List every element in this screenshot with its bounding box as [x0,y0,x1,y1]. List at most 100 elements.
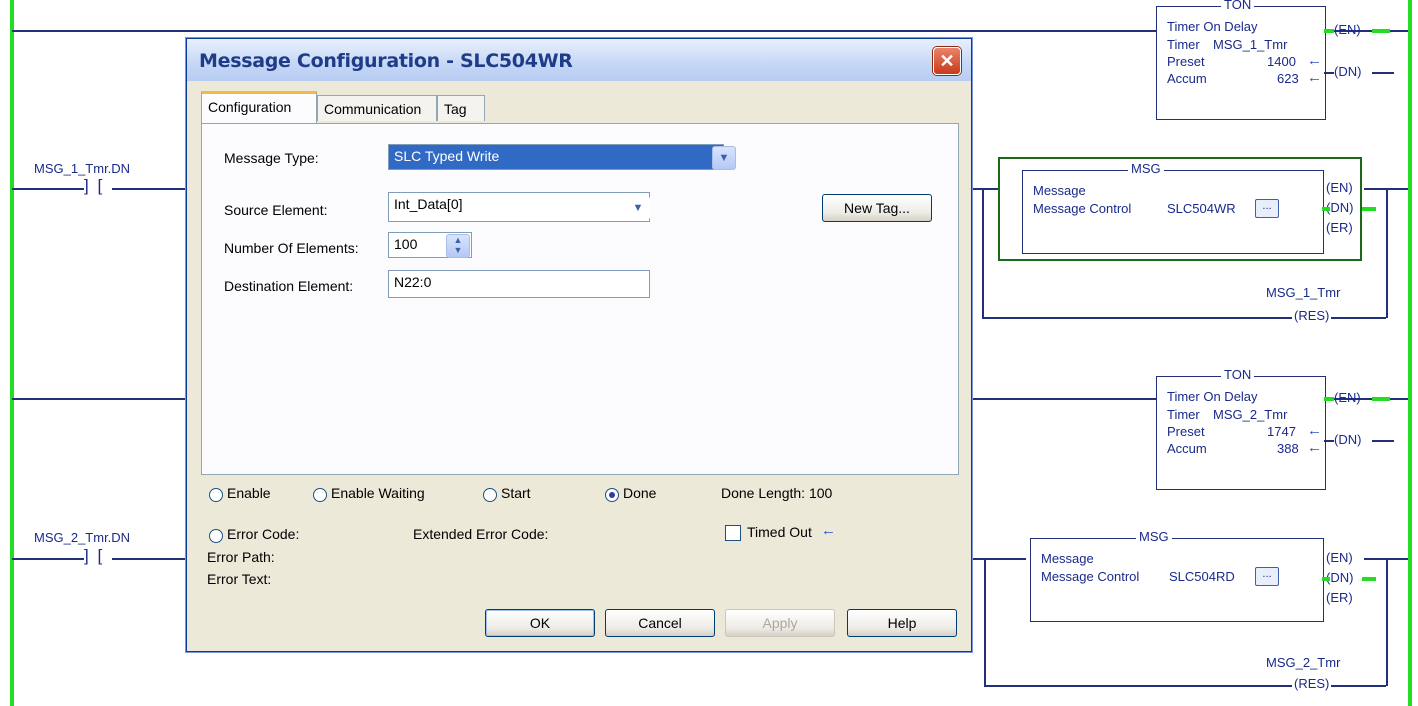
energized-indicator [1322,207,1330,211]
tab-communication[interactable]: Communication [317,95,437,121]
ton1-timer-tag[interactable]: MSG_1_Tmr [1213,37,1287,52]
chevron-down-icon[interactable]: ▼ [712,146,736,170]
msg2-er-output: (ER) [1326,590,1353,605]
message-type-value: SLC Typed Write [394,148,500,164]
ton1-en-output: (EN) [1334,22,1361,37]
msg1-config-ellipsis-button[interactable]: ... [1255,199,1279,218]
error-code-label: Error Code: [227,526,300,542]
configuration-panel: Message Type: SLC Typed Write ▼ Source E… [201,123,959,475]
rung-wire [12,398,186,400]
msg2-res-coil[interactable]: (RES) [1292,676,1332,691]
message-type-label: Message Type: [224,150,319,166]
tab-tag[interactable]: Tag [437,95,485,121]
left-power-rail [10,0,14,706]
ton1-dn-output: (DN) [1334,64,1362,79]
msg1-er-output: (ER) [1326,220,1353,235]
help-button[interactable]: Help [847,609,957,637]
rung-wire [112,188,186,190]
ton2-timer-tag[interactable]: MSG_2_Tmr [1213,407,1287,422]
rung-wire [1386,558,1388,686]
rung2-xic-contact[interactable]: ] [ [84,546,104,566]
rung-wire [1324,72,1334,74]
msg1-control-tag[interactable]: SLC504WR [1167,201,1236,216]
number-of-elements-value: 100 [394,236,418,252]
chevron-down-icon[interactable]: ▼ [626,196,650,220]
enable-label: Enable [227,485,271,501]
extended-error-code-label: Extended Error Code: [413,526,549,542]
ton2-accum-arrow-icon: ← [1307,439,1322,456]
ton1-preset-label: Preset [1167,54,1205,69]
cancel-button[interactable]: Cancel [605,609,715,637]
msg1-instruction-box[interactable]: MSG Message Message Control SLC504WR ... [1022,161,1324,254]
error-path-label: Error Path: [207,549,275,565]
msg2-instruction-box[interactable]: MSG Message Message Control SLC504RD ... [1030,529,1324,622]
rung-wire [112,558,186,560]
apply-button[interactable]: Apply [725,609,835,637]
rung-wire [12,188,84,190]
message-configuration-dialog: Message Configuration - SLC504WR ✕ Confi… [186,38,972,652]
rung-wire [984,558,986,686]
source-element-value: Int_Data[0] [394,196,463,212]
msg2-config-ellipsis-button[interactable]: ... [1255,567,1279,586]
new-tag-button[interactable]: New Tag... [822,194,932,222]
error-code-radio [209,529,223,543]
ton2-instruction-box[interactable]: TON Timer On Delay Timer MSG_2_Tmr Prese… [1156,367,1326,490]
rung-wire [1372,72,1394,74]
msg2-en-output: (EN) [1326,550,1353,565]
msg1-dn-output: (DN) [1326,200,1354,215]
ton1-preset-value[interactable]: 1400 [1267,54,1296,69]
timed-out-label: Timed Out [747,524,812,540]
ton1-header: TON [1221,0,1255,12]
done-radio [605,488,619,502]
rung1-contact-label: MSG_1_Tmr.DN [34,161,131,176]
ton2-dn-output: (DN) [1334,432,1362,447]
rung-wire [1324,440,1334,442]
rung-wire [1364,188,1408,190]
tab-configuration[interactable]: Configuration [201,91,317,123]
dialog-title-bar[interactable]: Message Configuration - SLC504WR ✕ [187,39,971,81]
ton1-preset-arrow-icon: ← [1307,52,1322,69]
rung-wire [12,558,84,560]
ton1-accum-value[interactable]: 623 [1277,71,1299,86]
msg1-header: MSG [1128,161,1164,176]
ton2-title: Timer On Delay [1167,389,1258,404]
energized-indicator [1362,577,1376,581]
ton1-timer-label: Timer [1167,37,1200,52]
ton2-en-output: (EN) [1334,390,1361,405]
ton2-preset-value[interactable]: 1747 [1267,424,1296,439]
msg2-dn-output: (DN) [1326,570,1354,585]
msg1-res-tag[interactable]: MSG_1_Tmr [1266,285,1340,300]
ton1-title: Timer On Delay [1167,19,1258,34]
dialog-title: Message Configuration - SLC504WR [199,50,573,72]
rung1-xic-contact[interactable]: ] [ [84,176,104,196]
rung2-contact-label: MSG_2_Tmr.DN [34,530,131,545]
source-element-field[interactable]: Int_Data[0] [388,192,650,222]
stepper-arrows-icon[interactable]: ▲ ▼ [446,234,470,258]
msg2-ellipsis-label: ... [1262,568,1272,580]
enable-waiting-radio [313,488,327,502]
msg1-title: Message [1033,183,1086,198]
msg1-res-coil[interactable]: (RES) [1292,308,1332,323]
done-label: Done [623,485,657,501]
done-length: Done Length: 100 [721,485,833,501]
ok-button[interactable]: OK [485,609,595,637]
energized-indicator [1372,397,1390,401]
ton1-instruction-box[interactable]: TON Timer On Delay Timer MSG_1_Tmr Prese… [1156,0,1326,120]
ton1-accum-label: Accum [1167,71,1207,86]
timed-out-checkbox[interactable] [725,525,741,541]
ton2-accum-value[interactable]: 388 [1277,441,1299,456]
msg2-res-tag[interactable]: MSG_2_Tmr [1266,655,1340,670]
message-type-select[interactable]: SLC Typed Write [388,144,724,170]
msg2-control-tag[interactable]: SLC504RD [1169,569,1235,584]
rung-wire [970,188,998,190]
msg1-ellipsis-label: ... [1262,200,1272,212]
rung-wire [12,30,1156,32]
close-icon[interactable]: ✕ [933,47,961,75]
destination-element-field[interactable]: N22:0 [388,270,650,298]
ton2-preset-arrow-icon: ← [1307,422,1322,439]
ton2-accum-label: Accum [1167,441,1207,456]
msg1-control-label: Message Control [1033,201,1132,216]
rung-wire [982,188,984,318]
start-radio [483,488,497,502]
energized-indicator [1324,29,1334,33]
